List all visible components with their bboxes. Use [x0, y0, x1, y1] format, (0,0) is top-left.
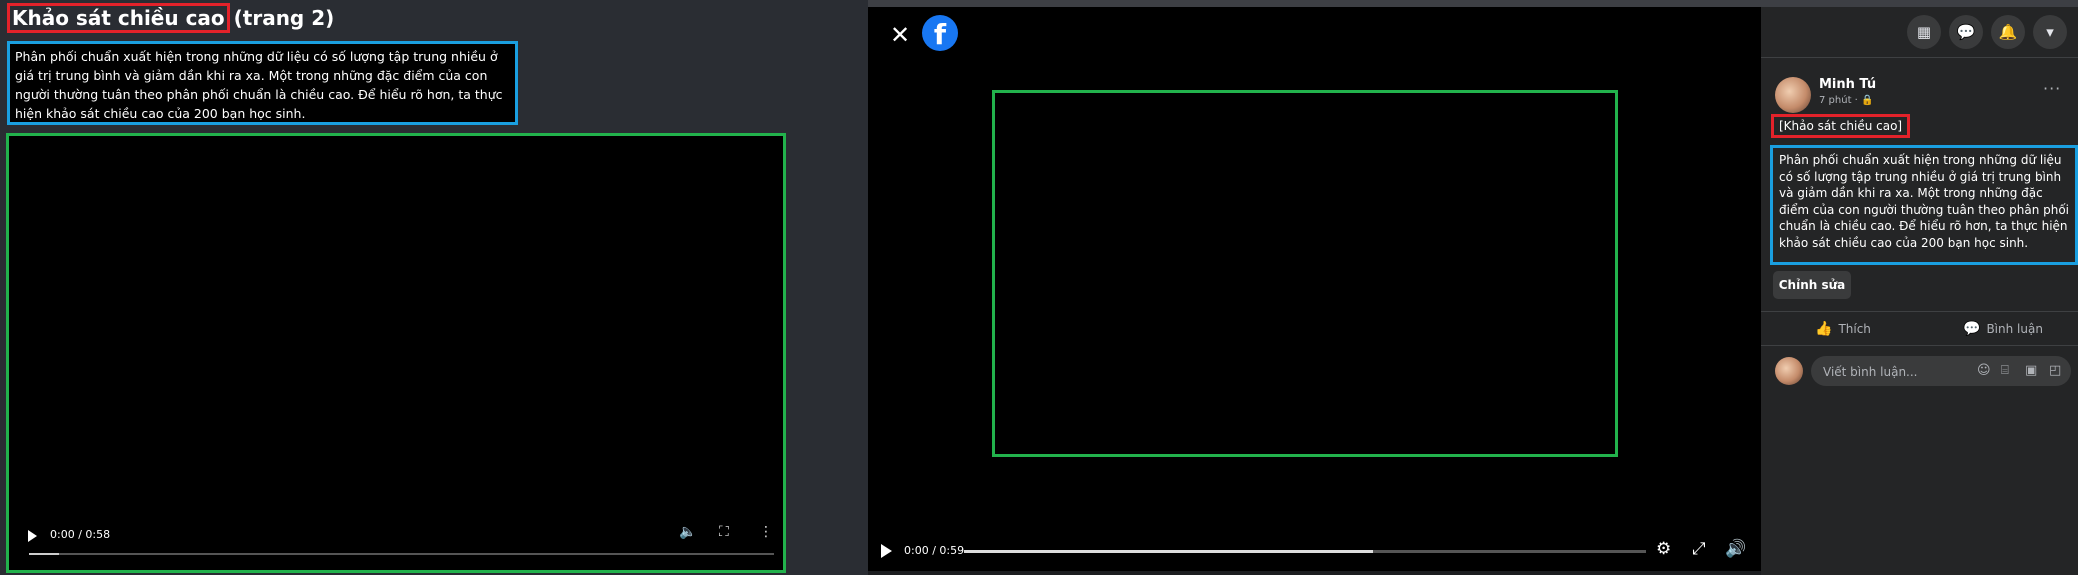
- gif-icon[interactable]: ▣: [2025, 363, 2037, 378]
- thumbs-up-icon: 👍: [1815, 321, 1833, 337]
- fullscreen-icon[interactable]: ⛶: [719, 524, 729, 540]
- video-frame: [992, 90, 1618, 457]
- comment-input[interactable]: [1821, 356, 1975, 388]
- document-pane: Khảo sát chiều cao (trang 2) Phân phối c…: [0, 0, 868, 575]
- user-avatar[interactable]: [1775, 357, 1803, 385]
- title-highlight: Khảo sát chiều cao: [7, 3, 230, 33]
- divider: [1761, 345, 2078, 346]
- video-viewer: ✕ f 0:00 / 0:59 ⚙ ⤢ 🔊: [868, 7, 1761, 575]
- video-progress[interactable]: [29, 553, 774, 555]
- play-icon[interactable]: [881, 544, 892, 558]
- more-options-icon[interactable]: ···: [2043, 79, 2061, 98]
- comment-label: Bình luận: [1986, 322, 2043, 336]
- volume-icon[interactable]: 🔊: [1725, 539, 1746, 559]
- description-box: Phân phối chuẩn xuất hiện trong những dữ…: [7, 41, 518, 125]
- post-time[interactable]: 7 phút · 🔒: [1819, 95, 1873, 106]
- bottom-bar: [868, 571, 1761, 575]
- comment-icon: 💬: [1963, 321, 1981, 337]
- fullscreen-icon[interactable]: ⤢: [1692, 539, 1706, 559]
- play-icon[interactable]: [28, 530, 37, 542]
- settings-icon[interactable]: ⚙: [1656, 539, 1671, 559]
- facebook-logo-icon[interactable]: f: [922, 15, 958, 51]
- post-description: Phân phối chuẩn xuất hiện trong những dữ…: [1770, 145, 2078, 265]
- video-progress[interactable]: [964, 550, 1646, 553]
- close-icon[interactable]: ✕: [890, 23, 910, 47]
- menu-grid-icon[interactable]: ▦: [1907, 15, 1941, 49]
- video-player[interactable]: 0:00 / 0:58 🔈 ⛶ ⋮: [6, 133, 786, 573]
- panel-topbar: ▦ 💬 🔔 ▾: [1761, 7, 2078, 58]
- notifications-icon[interactable]: 🔔: [1991, 15, 2025, 49]
- top-strip: [868, 0, 2078, 7]
- progress-fill: [29, 553, 59, 555]
- progress-fill: [964, 550, 1374, 553]
- title-suffix: (trang 2): [226, 6, 335, 30]
- like-label: Thích: [1838, 322, 1871, 336]
- messenger-icon[interactable]: 💬: [1949, 15, 1983, 49]
- post-tag: [Khảo sát chiều cao]: [1771, 114, 1911, 138]
- author-avatar[interactable]: [1775, 77, 1811, 113]
- video-time: 0:00 / 0:59: [904, 544, 965, 557]
- account-chevron-icon[interactable]: ▾: [2033, 15, 2067, 49]
- like-button[interactable]: 👍 Thích: [1815, 321, 1871, 337]
- author-name[interactable]: Minh Tú: [1819, 77, 1876, 92]
- divider: [1761, 311, 2078, 312]
- volume-icon[interactable]: 🔈: [679, 524, 696, 540]
- sticker-icon[interactable]: ◰: [2049, 363, 2061, 378]
- page-title: Khảo sát chiều cao (trang 2): [7, 3, 335, 33]
- video-time: 0:00 / 0:58: [50, 528, 111, 541]
- post-panel: ▦ 💬 🔔 ▾ Minh Tú 7 phút · 🔒 ··· [Khảo sát…: [1761, 7, 2078, 575]
- emoji-icon[interactable]: ☺: [1977, 363, 1991, 378]
- camera-icon[interactable]: ⌸: [2001, 363, 2009, 378]
- comment-button[interactable]: 💬 Bình luận: [1963, 321, 2043, 337]
- edit-button[interactable]: Chỉnh sửa: [1773, 271, 1851, 299]
- comment-box[interactable]: ☺ ⌸ ▣ ◰: [1811, 356, 2071, 388]
- more-options-icon[interactable]: ⋮: [759, 524, 773, 540]
